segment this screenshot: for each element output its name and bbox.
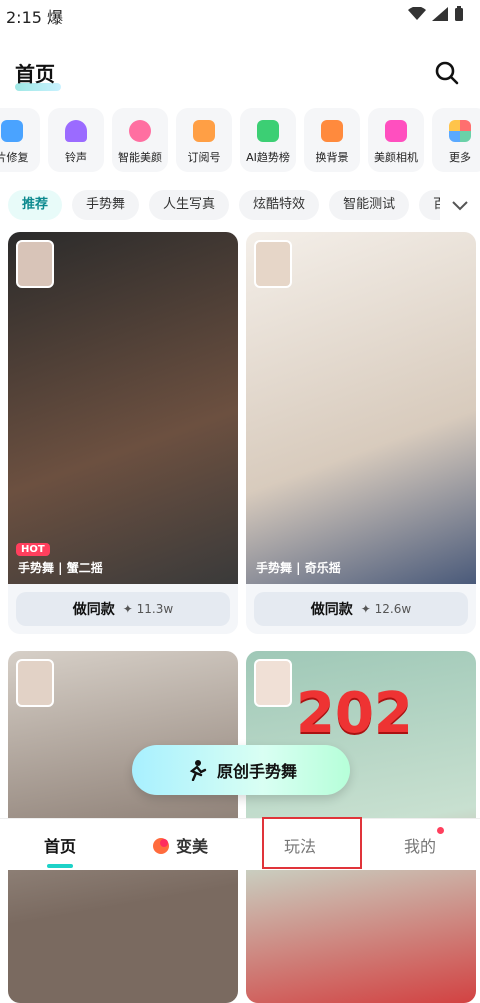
battery-icon	[455, 6, 463, 21]
card-thumbnail[interactable]: 手势舞 | 奇乐摇	[246, 232, 476, 584]
face-icon	[129, 120, 151, 142]
status-bar: 2:15 爆	[0, 0, 480, 30]
hd-icon	[1, 120, 23, 142]
search-icon[interactable]	[434, 60, 460, 86]
fox-icon	[193, 120, 215, 142]
tab-gesture-dance[interactable]: 手势舞	[72, 190, 140, 220]
highlight-box	[262, 817, 362, 869]
background-icon	[321, 120, 343, 142]
nav-beauty[interactable]: 变美	[120, 819, 240, 870]
tool-item[interactable]: 铃声	[48, 108, 104, 172]
balloon-numbers: 202	[296, 681, 413, 746]
tab-recommend[interactable]: 推荐	[8, 190, 63, 220]
tabs-expand-button[interactable]	[440, 186, 480, 226]
video-card[interactable]: HOT 手势舞 | 蟹二摇 做同款 ✦ 11.3w	[8, 232, 238, 634]
tab-smart-test[interactable]: 智能测试	[329, 190, 410, 220]
avatar	[254, 659, 292, 707]
nav-mine[interactable]: 我的	[360, 819, 480, 870]
bottom-nav: 首页 变美 玩法 我的	[0, 818, 480, 870]
camera-icon	[385, 120, 407, 142]
chart-icon	[257, 120, 279, 142]
status-time: 2:15 爆	[6, 8, 64, 27]
tool-item[interactable]: 换背景	[304, 108, 360, 172]
signal-icon	[432, 7, 448, 21]
tab-portrait[interactable]: 人生写真	[149, 190, 230, 220]
hot-badge: HOT	[16, 543, 50, 556]
page-title: 首页	[15, 58, 61, 91]
tool-item[interactable]: 美颜相机	[368, 108, 424, 172]
status-icons	[408, 6, 464, 22]
card-thumbnail[interactable]: HOT 手势舞 | 蟹二摇	[8, 232, 238, 584]
usage-count: ✦ 11.3w	[122, 602, 174, 616]
make-same-button[interactable]: 做同款 ✦ 11.3w	[16, 592, 230, 626]
more-icon	[449, 120, 471, 142]
notification-dot	[437, 827, 444, 834]
card-tag: 手势舞 | 奇乐摇	[256, 561, 341, 575]
nav-home[interactable]: 首页	[0, 819, 120, 870]
make-same-button[interactable]: 做同款 ✦ 12.6w	[254, 592, 468, 626]
quick-tools: 片修复 铃声 智能美颜 订阅号 AI趋势榜 换背景 美颜相机 更多	[0, 108, 480, 172]
dance-icon	[189, 760, 207, 781]
category-tabs: 推荐 手势舞 人生写真 炫酷特效 智能测试 百	[8, 190, 461, 220]
tool-item[interactable]: AI趋势榜	[240, 108, 296, 172]
video-card[interactable]: 手势舞 | 奇乐摇 做同款 ✦ 12.6w	[246, 232, 476, 634]
tab-effects[interactable]: 炫酷特效	[239, 190, 320, 220]
flame-icon	[152, 837, 169, 854]
avatar	[254, 240, 292, 288]
usage-count: ✦ 12.6w	[360, 602, 412, 616]
avatar	[16, 659, 54, 707]
tool-item[interactable]: 片修复	[0, 108, 40, 172]
card-tag: 手势舞 | 蟹二摇	[18, 561, 103, 575]
create-gesture-dance-button[interactable]: 原创手势舞	[132, 745, 350, 795]
tool-item[interactable]: 更多	[432, 108, 480, 172]
avatar	[16, 240, 54, 288]
active-indicator	[47, 864, 73, 868]
bell-icon	[65, 120, 87, 142]
tool-item[interactable]: 智能美颜	[112, 108, 168, 172]
tool-item[interactable]: 订阅号	[176, 108, 232, 172]
chevron-down-icon	[452, 201, 468, 211]
wifi-icon	[408, 7, 426, 20]
status-icon: 爆	[47, 8, 64, 27]
